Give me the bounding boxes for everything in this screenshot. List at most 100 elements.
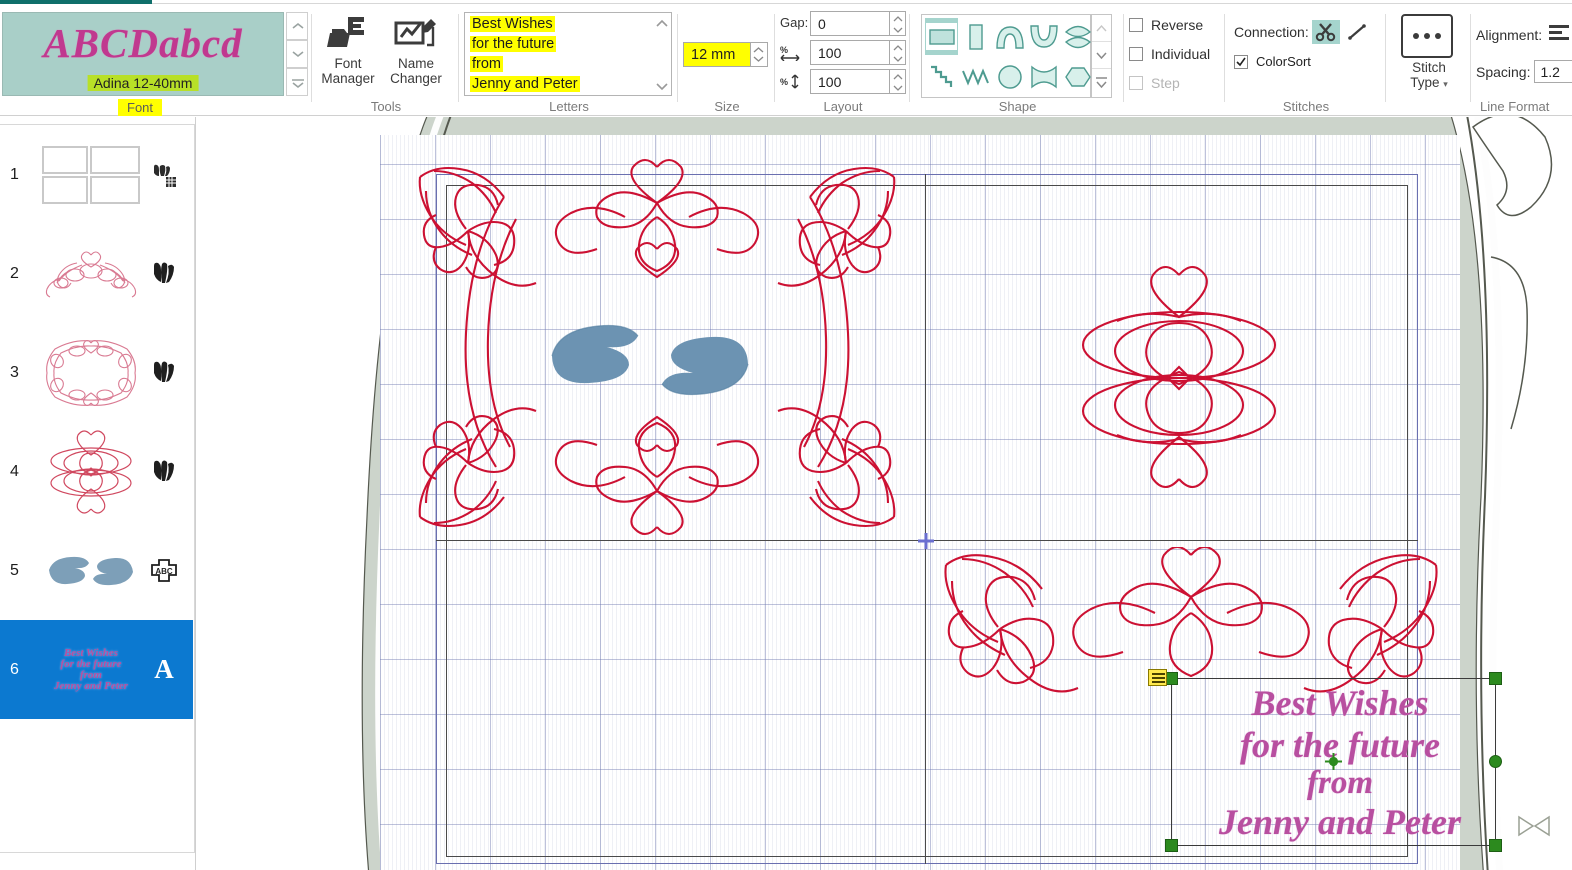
selection-bounding-box[interactable] (1148, 669, 1502, 852)
resize-handle-bottom-left[interactable] (1165, 839, 1178, 852)
ribbon-toolbar: ABCDabcd Adina 12-40mm Font Font Manager… (0, 6, 1572, 116)
rotation-pivot-icon[interactable] (1324, 753, 1342, 770)
stitch-grid-area[interactable]: Best Wishes for the future from Jenny an… (380, 135, 1502, 870)
individual-checkbox-row[interactable]: Individual (1129, 41, 1210, 66)
design-list-row-3[interactable]: 3 (0, 323, 193, 422)
gap-label: Gap: (780, 15, 809, 30)
stitch-type-label-line1: Stitch (1412, 60, 1446, 75)
row-number: 1 (10, 165, 19, 183)
ribbon-group-size: 12 mm Size (679, 6, 775, 116)
font-open-list-button[interactable] (286, 68, 308, 96)
font-manager-label-line2: Manager (321, 71, 375, 86)
chevron-down-icon[interactable]: ▾ (1443, 79, 1448, 89)
shape-vertical-bar-button[interactable] (959, 18, 992, 55)
scissors-icon[interactable] (1311, 20, 1340, 44)
stitch-type-dots-icon[interactable] (1401, 14, 1453, 58)
accent-strip (0, 0, 152, 4)
grid-frame-thumb (36, 133, 146, 217)
design-list-row-2[interactable]: 2 (0, 224, 193, 323)
ribbon-group-line-format: Alignment: Spacing: 1.2 Line Format (1472, 6, 1572, 116)
design-list[interactable]: 1 2 3 4 5 ABC 6 Best Wishes for the futu… (0, 124, 195, 853)
gap-spinner[interactable] (890, 11, 906, 36)
shape-rectangle-button[interactable] (925, 18, 958, 55)
font-scroll-down-button[interactable] (286, 40, 308, 68)
design-canvas[interactable]: Best Wishes for the future from Jenny an… (197, 117, 1572, 870)
connection-row: Connection: (1234, 20, 1371, 44)
shape-arch-down-button[interactable] (1027, 18, 1060, 55)
shape-circle-button[interactable] (993, 58, 1026, 95)
letters-group-label: Letters (549, 99, 589, 114)
letters-scrollbar[interactable] (654, 14, 670, 95)
design-list-row-6[interactable]: 6 Best Wishes for the future from Jenny … (0, 620, 193, 719)
stitch-type-label-line2: Type (1410, 75, 1440, 90)
step-checkbox (1129, 75, 1143, 90)
shape-zigzag-button[interactable] (959, 58, 992, 95)
design-list-row-1[interactable]: 1 (0, 125, 193, 224)
height-percent-input[interactable]: 100 (810, 69, 890, 94)
ribbon-group-stitch-type: Stitch Type ▾ (1387, 6, 1471, 116)
colorsort-checkbox[interactable] (1234, 54, 1248, 69)
letter-a-icon: A (154, 654, 174, 684)
shape-gallery-expand-button[interactable] (1092, 69, 1111, 96)
ribbon-group-shape: Shape (911, 6, 1124, 116)
shape-diagonal-steps-button[interactable] (925, 58, 958, 95)
font-scroll-up-button[interactable] (286, 12, 308, 40)
shape-scroll-up-button[interactable] (1092, 15, 1111, 42)
shape-hexagon-button[interactable] (1061, 58, 1094, 95)
row-number: 5 (10, 561, 19, 579)
blue-birds-design[interactable] (540, 310, 760, 410)
heart-frame-thumb (36, 331, 146, 415)
font-manager-icon (317, 10, 379, 56)
design-list-row-5[interactable]: 5 ABC (0, 521, 193, 620)
ribbon-group-options: Reverse Individual Step (1125, 6, 1225, 116)
colorsort-row[interactable]: ColorSort (1234, 54, 1311, 69)
width-percent-spinner[interactable] (890, 40, 906, 65)
alignment-label: Alignment: (1476, 26, 1543, 43)
font-manager-button[interactable]: Font Manager (317, 10, 379, 86)
ribbon-group-font: ABCDabcd Adina 12-40mm Font (0, 6, 312, 116)
spacing-input[interactable]: 1.2 (1534, 60, 1572, 83)
reverse-checkbox[interactable] (1129, 17, 1143, 32)
resize-handle-top-right[interactable] (1489, 672, 1502, 685)
row-number: 2 (10, 264, 19, 282)
layout-group-label: Layout (823, 99, 863, 114)
script-text-thumb: Best Wishes for the future from Jenny an… (36, 628, 146, 712)
chevron-up-icon[interactable] (654, 16, 670, 32)
gap-input[interactable]: 0 (810, 11, 890, 36)
individual-checkbox[interactable] (1129, 46, 1143, 61)
stitch-type-button[interactable]: Stitch Type ▾ (1387, 60, 1471, 92)
chevron-down-icon[interactable] (654, 78, 670, 94)
percent-height-icon: % (780, 73, 808, 93)
name-changer-button[interactable]: Name Changer (385, 10, 447, 86)
shape-concave-button[interactable] (1027, 58, 1060, 95)
width-percent-input[interactable]: 100 (810, 40, 890, 65)
shape-gallery-scrollbar[interactable] (1091, 14, 1112, 98)
letters-line-1: Best Wishes (470, 16, 555, 32)
letters-line-3: from (470, 56, 503, 72)
name-changer-label-line2: Changer (390, 71, 442, 86)
reverse-label: Reverse (1151, 16, 1204, 33)
heart-medallion-design[interactable] (1073, 263, 1285, 495)
shape-scroll-down-button[interactable] (1092, 42, 1111, 69)
font-list-spinner[interactable] (286, 12, 308, 96)
resize-handle-bottom-right[interactable] (1489, 839, 1502, 852)
shape-wave-double-button[interactable] (1061, 18, 1094, 55)
jump-stitch-icon[interactable] (1343, 20, 1371, 44)
layout-width-row: % 100 (780, 40, 906, 65)
size-spinner[interactable] (751, 42, 768, 67)
spacing-label: Spacing: (1476, 63, 1531, 80)
letters-textarea[interactable]: Best Wishes for the future from Jenny an… (464, 12, 672, 96)
shape-arch-up-button[interactable] (993, 18, 1026, 55)
design-list-row-4[interactable]: 4 (0, 422, 193, 521)
align-left-icon[interactable] (1548, 24, 1570, 45)
height-percent-spinner[interactable] (890, 69, 906, 94)
heart-medallion-thumb (36, 429, 146, 514)
font-preview-panel[interactable]: ABCDabcd Adina 12-40mm (2, 12, 284, 96)
reverse-checkbox-row[interactable]: Reverse (1129, 12, 1203, 37)
size-group-label: Size (714, 99, 740, 114)
size-input[interactable]: 12 mm (683, 42, 751, 67)
ribbon-group-letters: Best Wishes for the future from Jenny an… (460, 6, 678, 116)
rotate-handle-right[interactable] (1489, 755, 1502, 768)
properties-tag-icon[interactable] (1148, 669, 1167, 686)
group-separator (1385, 14, 1386, 102)
